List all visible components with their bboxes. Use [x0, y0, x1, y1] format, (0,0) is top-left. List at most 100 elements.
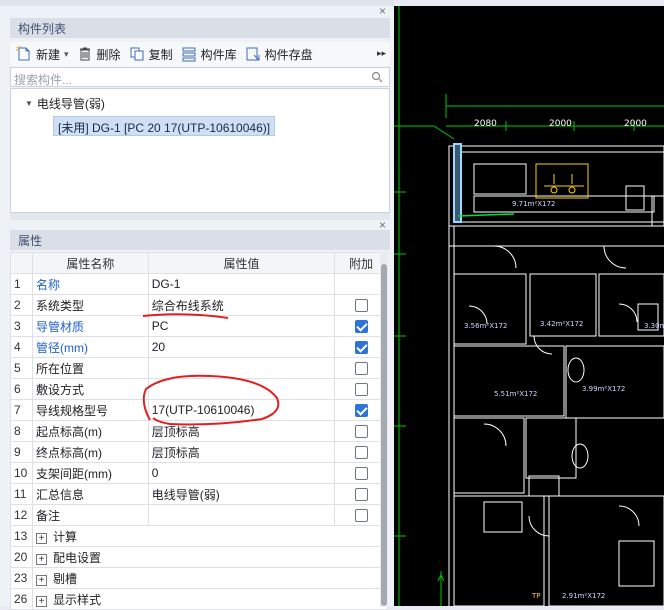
delete-button[interactable]: 删除 [77, 46, 121, 63]
row-number: 5 [10, 357, 33, 379]
group-label: 计算 [52, 529, 77, 544]
scrollbar-thumb[interactable] [381, 264, 387, 606]
close-icon[interactable]: × [379, 4, 386, 18]
property-name: 所在位置 [31, 357, 149, 379]
property-value[interactable]: 层顶标高 [147, 441, 336, 463]
property-value[interactable]: 层顶标高 [147, 420, 336, 442]
copy-button[interactable]: 复制 [129, 46, 173, 63]
attach-checkbox[interactable] [354, 362, 368, 376]
vertical-scrollbar[interactable] [380, 252, 388, 606]
properties-body: 1 名称 DG-1 2 系统类型 综合布线系统 3 导管材质 PC 4 管径(mm) 20 5 所在位置 6… [10, 273, 389, 610]
search-input[interactable]: 搜索构件... [10, 67, 390, 87]
property-value[interactable] [147, 357, 336, 379]
room-label: 3.30m² [644, 322, 664, 330]
row-number: 4 [10, 336, 33, 358]
property-name: 敷设方式 [31, 378, 149, 400]
group-row[interactable]: 23 + 剔槽 [10, 567, 389, 589]
group-cell: + 剔槽 [31, 567, 389, 589]
toolbar-overflow-icon[interactable]: ▸▸ [377, 48, 386, 59]
property-value[interactable]: 0 [147, 462, 336, 484]
cad-drawing-canvas[interactable]: 2080 2000 2000 9.71m²X172 3.56m²X172 3.4… [394, 6, 664, 606]
table-row[interactable]: 1 名称 DG-1 [10, 273, 388, 295]
save-button[interactable]: 构件存盘 [245, 46, 313, 63]
attach-checkbox[interactable] [354, 320, 368, 334]
table-row[interactable]: 12 备注 [10, 504, 388, 526]
table-row[interactable]: 3 导管材质 PC [10, 315, 388, 337]
table-row[interactable]: 6 敷设方式 [10, 378, 388, 400]
chevron-down-icon[interactable]: ▾ [64, 49, 69, 60]
property-name: 汇总信息 [31, 483, 149, 505]
property-value[interactable]: 20 [147, 336, 336, 358]
room-label: 5.51m²X172 [494, 390, 537, 398]
component-list-title: 构件列表 [18, 22, 67, 36]
row-number: 23 [10, 567, 33, 589]
library-icon [181, 46, 197, 62]
new-doc-icon [16, 46, 32, 62]
attach-checkbox[interactable] [354, 341, 368, 355]
property-name: 导管材质 [31, 315, 149, 337]
table-row[interactable]: 9 终点标高(m) 层顶标高 [10, 441, 388, 463]
attach-checkbox[interactable] [354, 446, 368, 460]
property-value[interactable]: PC [147, 315, 336, 337]
property-name: 支架间距(mm) [31, 462, 149, 484]
table-row[interactable]: 4 管径(mm) 20 [10, 336, 388, 358]
dim-label: 2000 [624, 119, 647, 129]
tree-item-dg-1[interactable]: [未用] DG-1 [PC 20 17(UTP-10610046)] [53, 116, 276, 136]
expand-arrow-icon[interactable]: ▼ [25, 99, 33, 108]
top-strip [0, 0, 394, 6]
row-number: 9 [10, 441, 33, 463]
group-label: 剔槽 [52, 571, 77, 586]
table-row[interactable]: 2 系统类型 综合布线系统 [10, 294, 388, 316]
library-label: 构件库 [200, 47, 237, 62]
expand-plus-icon[interactable]: + [35, 574, 47, 586]
property-name: 备注 [31, 504, 149, 526]
group-cell: + 计算 [31, 525, 389, 547]
attach-checkbox[interactable] [354, 467, 368, 481]
component-list-header: 构件列表 × [10, 4, 390, 38]
property-value[interactable]: 综合布线系统 [147, 294, 336, 316]
property-value[interactable]: DG-1 [147, 273, 336, 295]
attach-checkbox[interactable] [354, 299, 368, 313]
property-value[interactable]: 电线导管(弱) [147, 483, 336, 505]
expand-plus-icon[interactable]: + [35, 553, 47, 565]
attach-checkbox[interactable] [354, 425, 368, 439]
library-button[interactable]: 构件库 [181, 46, 237, 63]
property-value[interactable]: 17(UTP-10610046) [147, 399, 336, 421]
selected-conduit [457, 213, 515, 217]
table-row[interactable]: 10 支架间距(mm) 0 [10, 462, 388, 484]
row-number: 1 [10, 273, 33, 295]
panel-separator [10, 213, 390, 220]
table-row[interactable]: 7 导线规格型号 17(UTP-10610046) [10, 399, 388, 421]
attach-checkbox[interactable] [354, 383, 368, 397]
attach-checkbox[interactable] [354, 509, 368, 523]
header-num [10, 252, 33, 274]
new-button[interactable]: 新建 ▾ [16, 46, 69, 63]
room-label: 9.71m²X172 [512, 200, 555, 208]
properties-title: 属性 [18, 234, 43, 248]
table-row[interactable]: 5 所在位置 [10, 357, 388, 379]
property-value[interactable] [147, 378, 336, 400]
row-number: 26 [10, 588, 33, 610]
row-number: 12 [10, 504, 33, 526]
attach-checkbox[interactable] [354, 404, 368, 418]
table-row[interactable]: 11 汇总信息 电线导管(弱) [10, 483, 388, 505]
expand-plus-icon[interactable]: + [35, 532, 47, 544]
group-row[interactable]: 26 + 显示样式 [10, 588, 389, 610]
expand-plus-icon[interactable]: + [35, 595, 47, 607]
table-row[interactable]: 8 起点标高(m) 层顶标高 [10, 420, 388, 442]
attach-checkbox[interactable] [354, 488, 368, 502]
close-icon[interactable]: × [379, 218, 386, 232]
tp-label: TP [531, 592, 541, 600]
property-name: 起点标高(m) [31, 420, 149, 442]
group-row[interactable]: 20 + 配电设置 [10, 546, 389, 568]
row-number: 20 [10, 546, 33, 568]
property-name: 终点标高(m) [31, 441, 149, 463]
search-icon[interactable] [371, 71, 383, 86]
fixtures [535, 163, 589, 199]
table-header-row: 属性名称 属性值 附加 [10, 252, 388, 274]
property-value[interactable] [147, 504, 336, 526]
group-cell: + 显示样式 [31, 588, 389, 610]
group-row[interactable]: 13 + 计算 [10, 525, 389, 547]
copy-label: 复制 [148, 47, 173, 62]
tree-group[interactable]: ▼ 电线导管(弱) [25, 95, 105, 112]
